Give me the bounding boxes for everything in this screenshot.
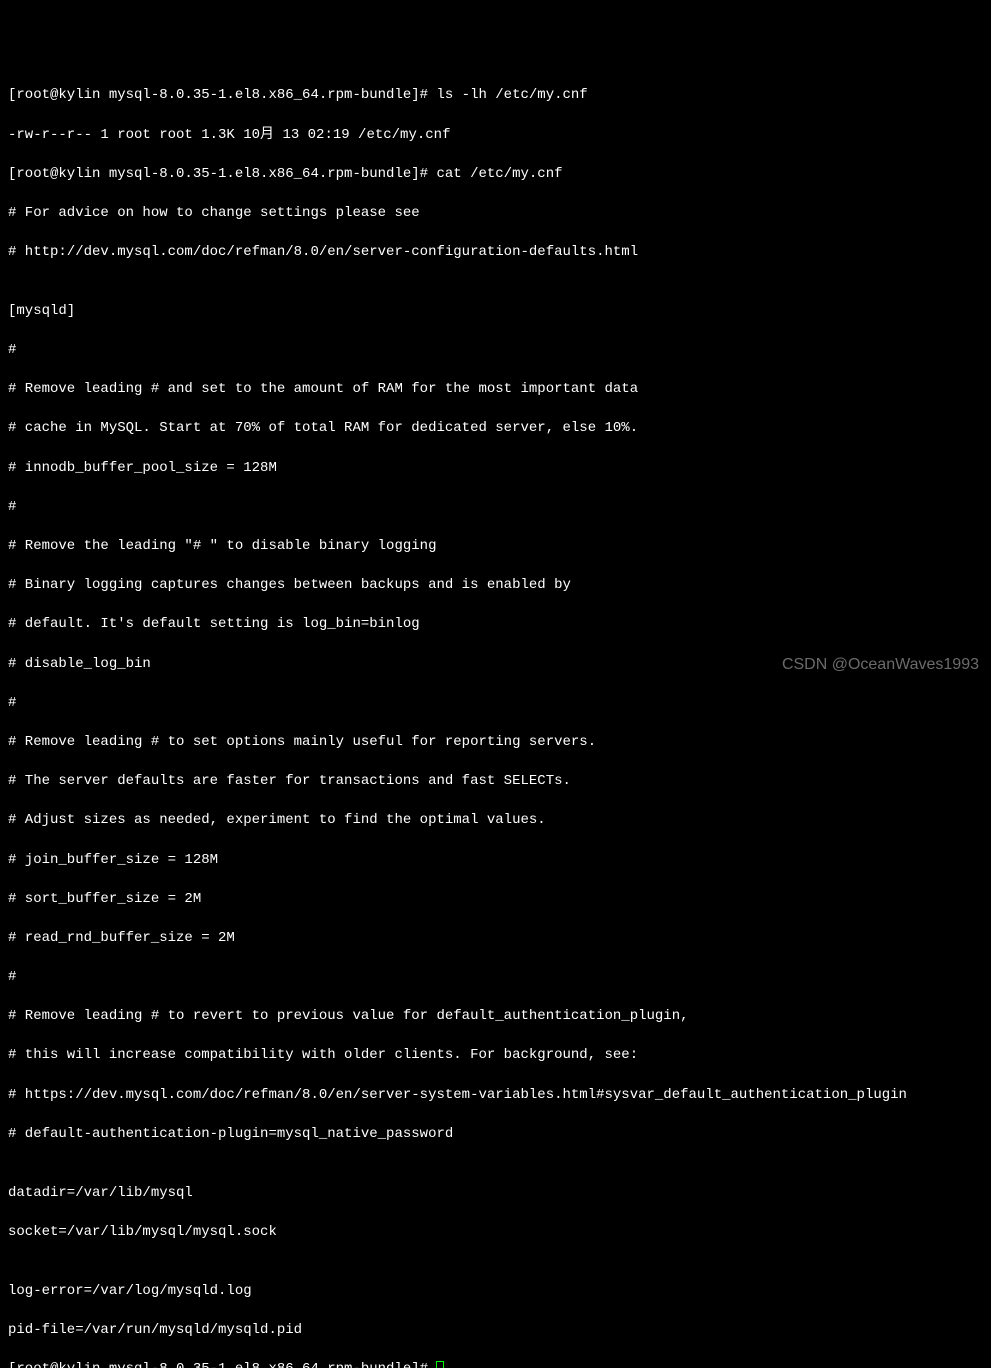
watermark-text: CSDN @OceanWaves1993 [782,654,979,676]
output-line: # Adjust sizes as needed, experiment to … [8,811,983,831]
output-line: # [8,341,983,361]
output-line: # https://dev.mysql.com/doc/refman/8.0/e… [8,1086,983,1106]
output-line: # Remove leading # to revert to previous… [8,1007,983,1027]
terminal-output[interactable]: [root@kylin mysql-8.0.35-1.el8.x86_64.rp… [8,86,983,1368]
output-line: # Remove leading # to set options mainly… [8,733,983,753]
output-line: # cache in MySQL. Start at 70% of total … [8,419,983,439]
output-line: # http://dev.mysql.com/doc/refman/8.0/en… [8,243,983,263]
output-line: # read_rnd_buffer_size = 2M [8,929,983,949]
output-line: # Remove leading # and set to the amount… [8,380,983,400]
output-line: # Binary logging captures changes betwee… [8,576,983,596]
prompt-text: [root@kylin mysql-8.0.35-1.el8.x86_64.rp… [8,1361,436,1368]
output-line: # [8,498,983,518]
output-line: # The server defaults are faster for tra… [8,772,983,792]
prompt-line: [root@kylin mysql-8.0.35-1.el8.x86_64.rp… [8,165,983,185]
output-line: [mysqld] [8,302,983,322]
output-line: log-error=/var/log/mysqld.log [8,1282,983,1302]
output-line: # default-authentication-plugin=mysql_na… [8,1125,983,1145]
output-line: # this will increase compatibility with … [8,1046,983,1066]
current-prompt-line[interactable]: [root@kylin mysql-8.0.35-1.el8.x86_64.rp… [8,1360,983,1368]
cursor-icon [436,1361,444,1368]
output-line: socket=/var/lib/mysql/mysql.sock [8,1223,983,1243]
output-line: datadir=/var/lib/mysql [8,1184,983,1204]
output-line: pid-file=/var/run/mysqld/mysqld.pid [8,1321,983,1341]
output-line: # [8,694,983,714]
output-line: # default. It's default setting is log_b… [8,615,983,635]
prompt-line: [root@kylin mysql-8.0.35-1.el8.x86_64.rp… [8,86,983,106]
output-line: # Remove the leading "# " to disable bin… [8,537,983,557]
output-line: -rw-r--r-- 1 root root 1.3K 10月 13 02:19… [8,126,983,146]
output-line: # [8,968,983,988]
output-line: # For advice on how to change settings p… [8,204,983,224]
output-line: # innodb_buffer_pool_size = 128M [8,459,983,479]
output-line: # sort_buffer_size = 2M [8,890,983,910]
output-line: # join_buffer_size = 128M [8,851,983,871]
